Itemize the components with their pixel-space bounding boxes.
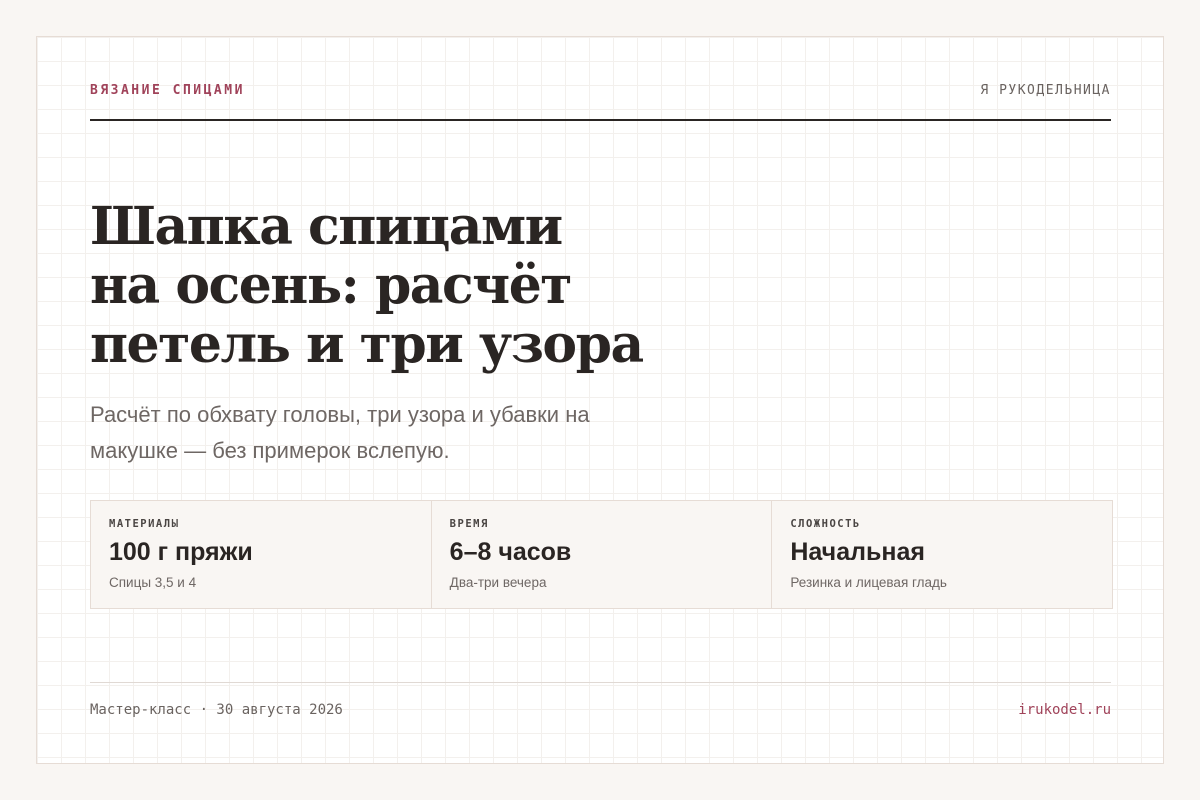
category-label[interactable]: ВЯЗАНИЕ СПИЦАМИ	[90, 83, 245, 98]
article-subtitle: Расчёт по обхвату головы, три узора и уб…	[90, 397, 690, 469]
stat-value: 100 г пряжи	[109, 538, 253, 566]
article-title: Шапка спицами на осень: расчёт петель и тр…	[90, 197, 710, 374]
stats-panel: МАТЕРИАЛЫ 100 г пряжи Спицы 3,5 и 4 ВРЕМ…	[90, 500, 1113, 609]
footer: Мастер-класс · 30 августа 2026 irukodel.…	[90, 682, 1111, 723]
stat-value: Начальная	[790, 538, 925, 566]
stat-note: Резинка и лицевая гладь	[790, 575, 947, 590]
site-brand[interactable]: Я РУКОДЕЛЬНИЦА	[980, 83, 1111, 98]
title-line: петель и три узора	[90, 314, 644, 375]
stat-time: ВРЕМЯ 6–8 часов Два-три вечера	[432, 501, 773, 608]
subtitle-line: Расчёт по обхвату головы, три узора и уб…	[90, 402, 590, 427]
title-line: Шапка спицами	[90, 196, 563, 257]
stat-value: 6–8 часов	[449, 538, 572, 566]
article-card: ВЯЗАНИЕ СПИЦАМИ Я РУКОДЕЛЬНИЦА Шапка спи…	[36, 36, 1164, 764]
publish-meta: Мастер-класс · 30 августа 2026	[90, 702, 343, 718]
stat-label: СЛОЖНОСТЬ	[790, 518, 861, 530]
title-line: на осень: расчёт	[90, 255, 573, 316]
stat-note: Спицы 3,5 и 4	[109, 575, 197, 590]
stat-note: Два-три вечера	[449, 575, 547, 590]
stat-label: ВРЕМЯ	[449, 518, 489, 530]
stat-label: МАТЕРИАЛЫ	[109, 518, 180, 530]
header: ВЯЗАНИЕ СПИЦАМИ Я РУКОДЕЛЬНИЦА	[90, 83, 1111, 121]
stat-materials: МАТЕРИАЛЫ 100 г пряжи Спицы 3,5 и 4	[91, 501, 432, 608]
stat-difficulty: СЛОЖНОСТЬ Начальная Резинка и лицевая гл…	[772, 501, 1112, 608]
site-url-link[interactable]: irukodel.ru	[1018, 702, 1111, 718]
subtitle-line: макушке — без примерок вслепую.	[90, 438, 450, 463]
